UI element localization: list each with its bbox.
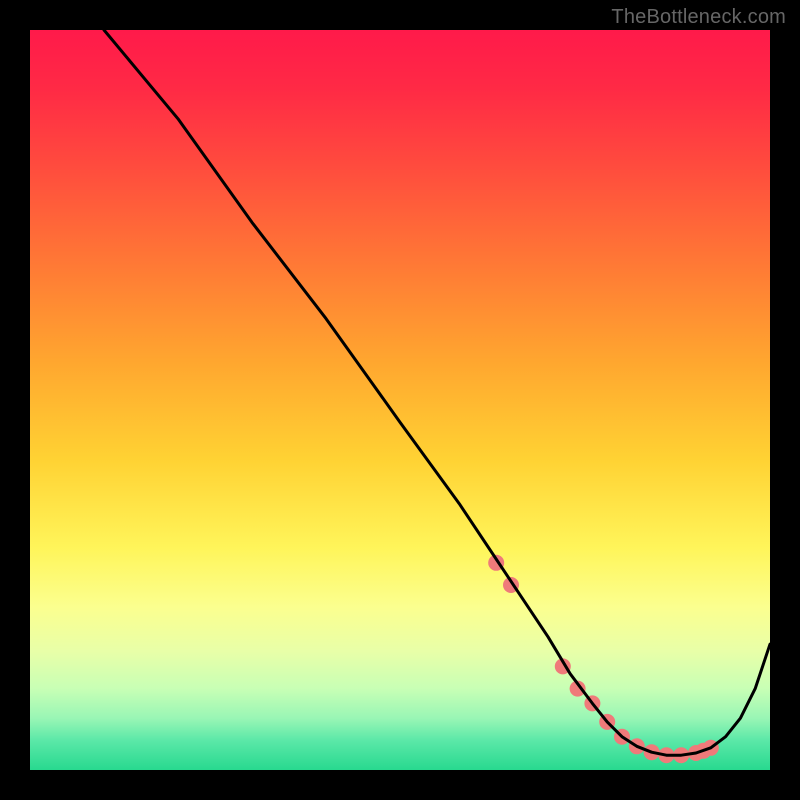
plot-area [30,30,770,770]
chart-svg [30,30,770,770]
curve-line [104,30,770,755]
watermark-text: TheBottleneck.com [611,6,786,29]
chart-frame: TheBottleneck.com [0,0,800,800]
marker-dots-group [488,555,719,763]
